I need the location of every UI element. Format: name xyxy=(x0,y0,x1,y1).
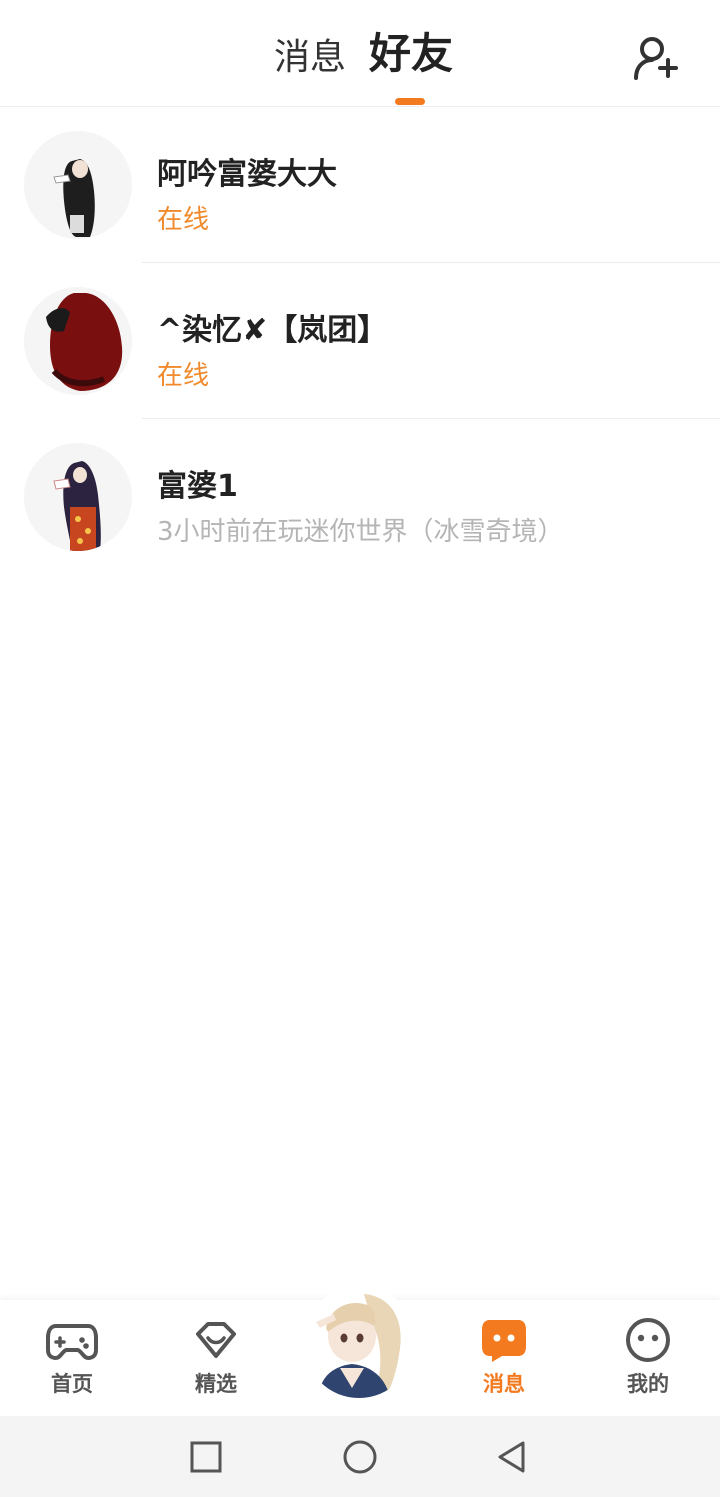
center-avatar-button[interactable] xyxy=(304,1288,414,1398)
avatar[interactable] xyxy=(24,443,132,551)
add-user-icon[interactable] xyxy=(632,34,680,82)
home-icon[interactable] xyxy=(343,1440,377,1474)
friend-status: 在线 xyxy=(157,205,210,235)
friend-list: 阿吟富婆大大 在线 ^染忆✘【岚团】 在线 富婆1 3小时前在玩迷你世界（冰雪奇… xyxy=(0,107,720,575)
system-nav-bar xyxy=(0,1416,720,1497)
active-tab-indicator xyxy=(395,98,425,105)
tab-messages[interactable]: 消息 xyxy=(274,34,346,82)
nav-item-messages[interactable]: 消息 xyxy=(456,1316,552,1398)
friend-name: ^染忆✘【岚团】 xyxy=(157,313,388,348)
friend-status: 3小时前在玩迷你世界（冰雪奇境） xyxy=(157,517,564,547)
tab-friends[interactable]: 好友 xyxy=(369,30,453,78)
avatar[interactable] xyxy=(24,131,132,239)
nav-item-featured[interactable]: 精选 xyxy=(168,1316,264,1398)
heart-bubble-icon xyxy=(196,1322,236,1358)
friend-status: 在线 xyxy=(157,361,210,391)
nav-label: 首页 xyxy=(51,1372,93,1396)
friend-name: 阿吟富婆大大 xyxy=(157,157,337,192)
friend-name: 富婆1 xyxy=(157,469,238,504)
nav-label: 消息 xyxy=(483,1372,525,1396)
friend-row[interactable]: 阿吟富婆大大 在线 xyxy=(0,107,720,263)
nav-item-profile[interactable]: 我的 xyxy=(600,1316,696,1398)
top-bar: 消息 好友 xyxy=(0,0,720,107)
friend-row[interactable]: ^染忆✘【岚团】 在线 xyxy=(0,263,720,419)
gamepad-icon xyxy=(46,1324,98,1360)
smiley-face-icon xyxy=(626,1318,670,1362)
friend-row[interactable]: 富婆1 3小时前在玩迷你世界（冰雪奇境） xyxy=(0,419,720,575)
recent-apps-icon[interactable] xyxy=(189,1440,223,1474)
nav-label: 我的 xyxy=(627,1372,669,1396)
chat-bubble-icon xyxy=(482,1320,526,1362)
avatar[interactable] xyxy=(24,287,132,395)
back-icon[interactable] xyxy=(495,1440,529,1474)
nav-label: 精选 xyxy=(195,1372,237,1396)
nav-item-home[interactable]: 首页 xyxy=(24,1316,120,1398)
